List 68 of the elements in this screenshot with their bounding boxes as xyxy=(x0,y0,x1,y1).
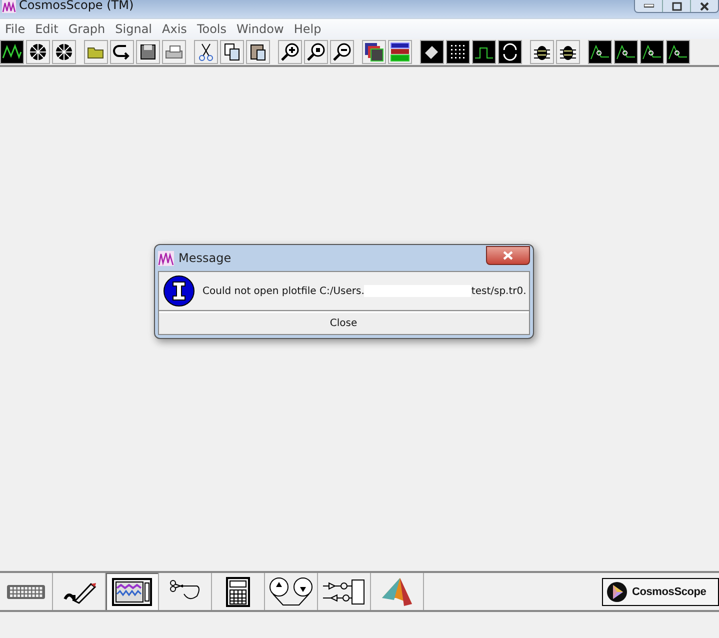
toolbar-button[interactable] xyxy=(446,40,470,64)
oscilloscope-icon xyxy=(112,578,152,606)
logo-text: CosmosScope xyxy=(632,586,706,598)
toolbar-button[interactable] xyxy=(420,40,444,64)
dialog-title: Message xyxy=(178,251,232,265)
close-icon xyxy=(700,2,709,10)
calculator-icon xyxy=(226,576,250,606)
toolbar-button[interactable] xyxy=(246,40,270,64)
toolbar-button[interactable] xyxy=(52,40,76,64)
close-icon xyxy=(502,250,512,260)
toolbar-button[interactable] xyxy=(498,40,522,64)
toolbar-button[interactable] xyxy=(472,40,496,64)
toolbar-button[interactable] xyxy=(136,40,160,64)
cut-icon xyxy=(196,42,216,62)
zoom-in-icon xyxy=(280,42,300,62)
toolbar-button[interactable] xyxy=(0,40,24,64)
menu-item[interactable]: Signal xyxy=(110,22,158,36)
minimize-icon xyxy=(644,4,654,8)
copy-icon xyxy=(222,42,242,62)
wheel-icon xyxy=(54,42,74,62)
toolbar-button[interactable] xyxy=(614,40,638,64)
tool-button[interactable] xyxy=(106,573,159,610)
toolbar-button[interactable] xyxy=(530,40,554,64)
menu-item[interactable]: Help xyxy=(288,22,326,36)
maximize-icon xyxy=(672,2,682,10)
toolbar-button[interactable] xyxy=(84,40,108,64)
toolbar-button[interactable] xyxy=(278,40,302,64)
toolbar-button[interactable] xyxy=(26,40,50,64)
toolbar-button[interactable] xyxy=(588,40,612,64)
menu-item[interactable]: File xyxy=(0,22,30,36)
window-title: CosmosScope (TM) xyxy=(19,0,134,12)
toolbar-button[interactable] xyxy=(220,40,244,64)
block-diagram-icon xyxy=(321,576,367,606)
windows-icon xyxy=(364,42,384,62)
toolbar-button[interactable] xyxy=(666,40,690,64)
zoom-fit-icon xyxy=(306,42,326,62)
close-button[interactable] xyxy=(486,246,530,264)
toolbar-button[interactable] xyxy=(640,40,664,64)
measure-icon xyxy=(642,42,662,62)
measure-icon xyxy=(616,42,636,62)
error-message-path: test/sp.tr0. xyxy=(471,286,526,296)
paste-icon xyxy=(248,42,268,62)
app-waveform-icon xyxy=(2,0,16,13)
toolbar-button[interactable] xyxy=(330,40,354,64)
menu-item[interactable]: Graph xyxy=(63,22,110,36)
toolbar-button[interactable] xyxy=(556,40,580,64)
panels-icon xyxy=(390,42,410,62)
menu-item[interactable]: Tools xyxy=(192,22,232,36)
tape-reels-icon xyxy=(268,576,314,606)
info-icon xyxy=(162,275,194,307)
menu-item[interactable]: Axis xyxy=(157,22,192,36)
toolbar-button[interactable] xyxy=(110,40,134,64)
measure-icon xyxy=(668,42,688,62)
menu-item[interactable]: Edit xyxy=(30,22,64,36)
app-waveform-icon xyxy=(158,250,174,266)
save-icon xyxy=(138,42,158,62)
error-message: Could not open plotfile C:/Users. xyxy=(202,286,364,296)
menu-item[interactable]: Window xyxy=(232,22,289,36)
undo-arrow-icon xyxy=(112,42,132,62)
toolbar-button[interactable] xyxy=(304,40,328,64)
zoom-out-icon xyxy=(332,42,352,62)
measure-icon xyxy=(590,42,610,62)
toolbar-button[interactable] xyxy=(362,40,386,64)
toolbar-button[interactable] xyxy=(194,40,218,64)
peak-surface-icon xyxy=(380,576,414,608)
logo-icon xyxy=(606,580,628,602)
wheel-icon xyxy=(28,42,48,62)
toolbar-button[interactable] xyxy=(388,40,412,64)
